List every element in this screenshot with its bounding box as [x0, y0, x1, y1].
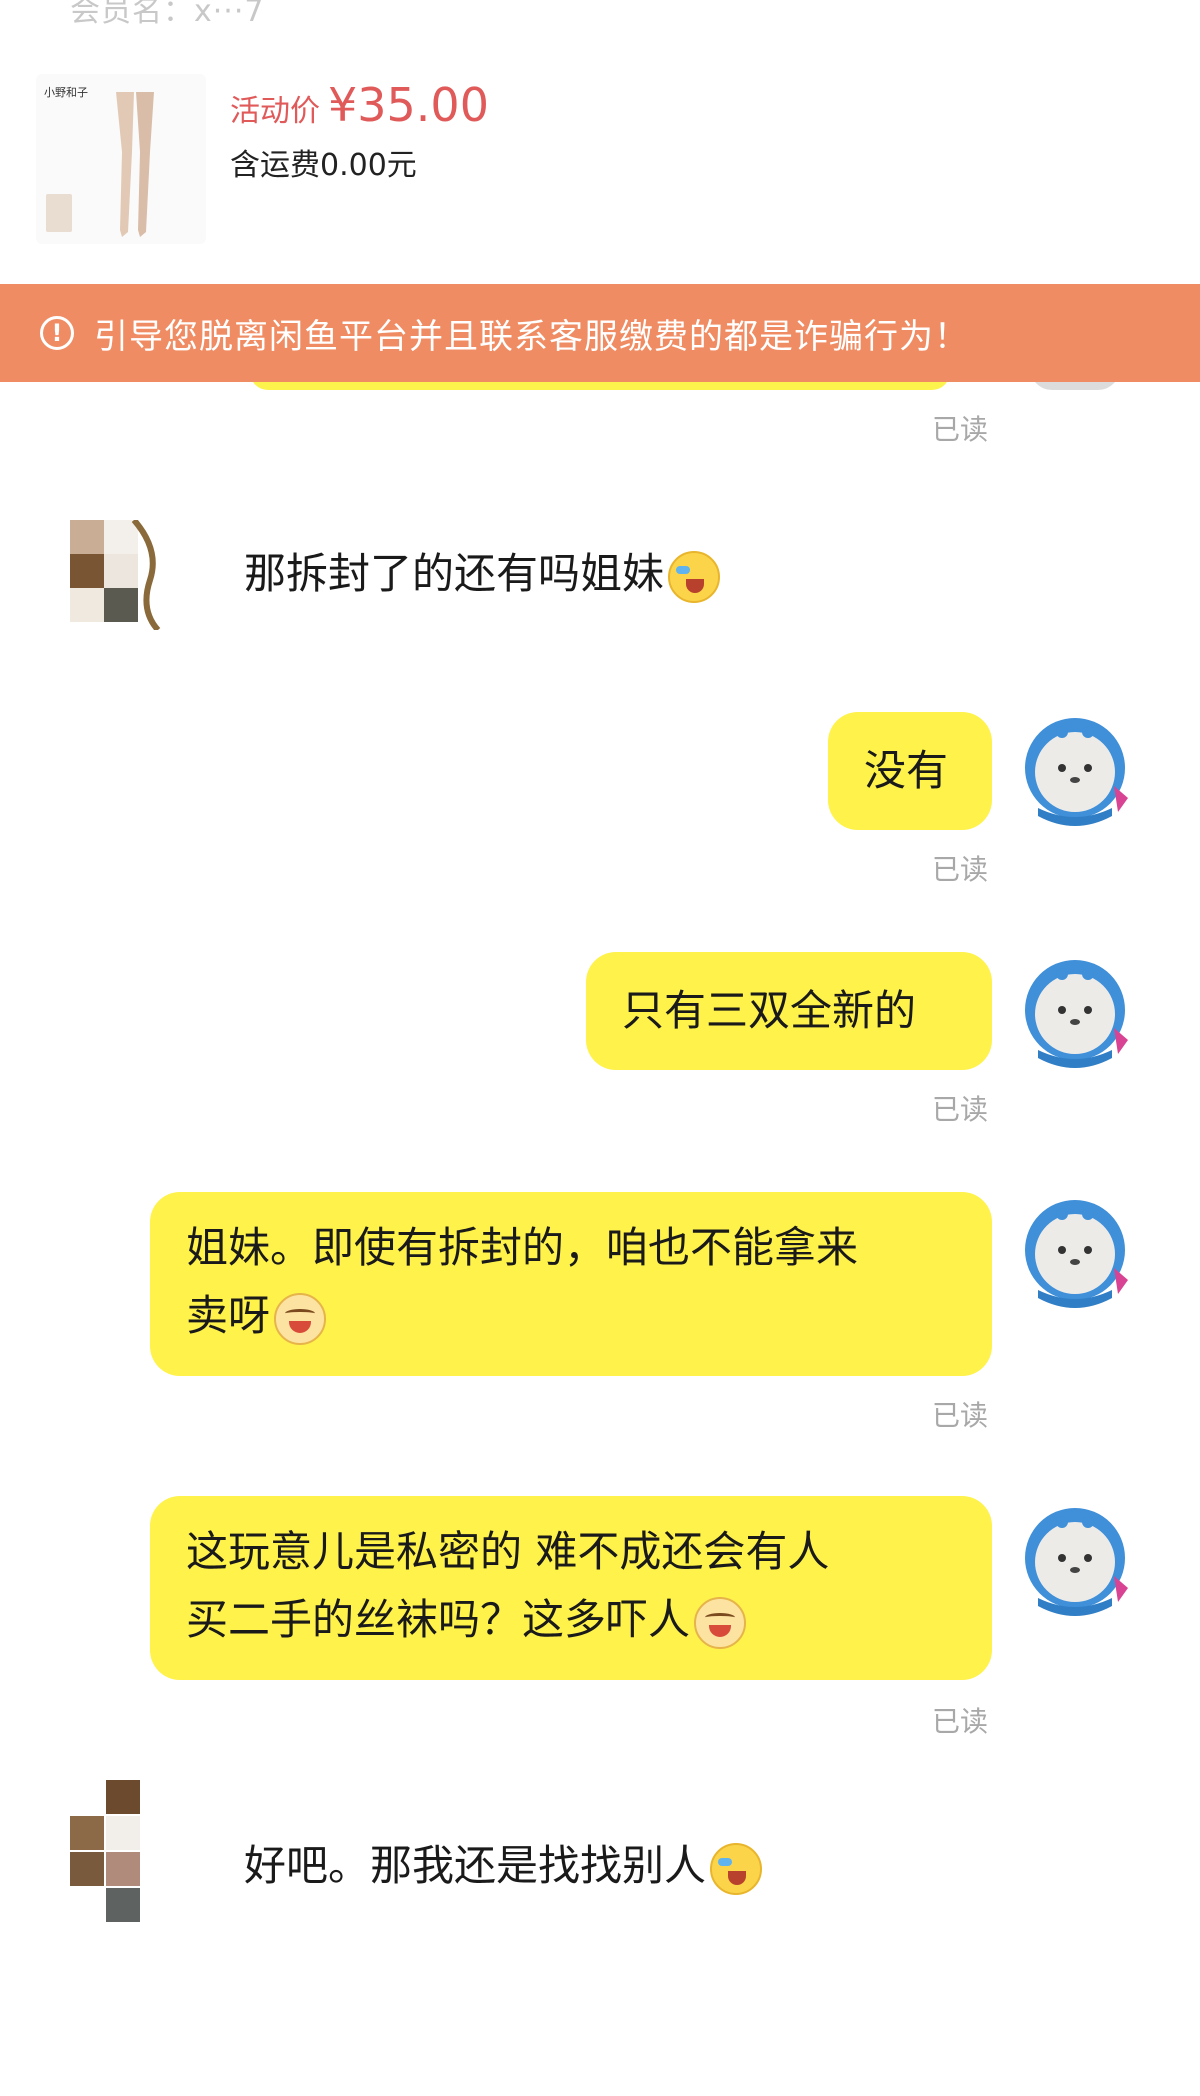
message-text-content: 买二手的丝袜吗？这多吓人 [186, 1595, 691, 1644]
warning-text: 引导您脱离闲鱼平台并且联系客服缴费的都是诈骗行为！ [94, 316, 969, 357]
read-receipt: 已读 [932, 1399, 989, 1432]
price-value: ¥35.00 [328, 78, 489, 132]
fraud-warning-banner[interactable]: ! 引导您脱离闲鱼平台并且联系客服缴费的都是诈骗行为！ [0, 284, 1200, 382]
message-text[interactable]: 好吧。那我还是找找别人 [244, 1832, 763, 1895]
seller-name-partial: 会员名：x···7 [70, 0, 265, 29]
read-receipt: 已读 [932, 1093, 989, 1126]
cry-laugh-emoji [668, 550, 721, 603]
message-text-content: 好吧。那我还是找找别人 [244, 1841, 707, 1890]
product-card[interactable]: 小野和子 活动价 ¥35.00 含运费0.00元 [0, 56, 1200, 286]
message-bubble[interactable]: 这玩意儿是私密的 难不成还会有人 买二手的丝袜吗？这多吓人 [150, 1496, 992, 1680]
message-text-content: 卖呀 [186, 1291, 271, 1340]
price-label: 活动价 [230, 94, 320, 129]
message-line: 姐妹。即使有拆封的，咱也不能拿来 [186, 1223, 859, 1272]
message-text-content: 没有 [864, 746, 949, 795]
buyer-avatar[interactable] [70, 520, 162, 630]
smile-emoji [274, 1292, 327, 1345]
cry-laugh-emoji [710, 1842, 763, 1895]
read-receipt: 已读 [932, 853, 989, 886]
smile-emoji [694, 1596, 747, 1649]
stockings-image [116, 92, 154, 237]
message-text[interactable]: 那拆封了的还有吗姐妹 [244, 540, 721, 603]
seller-avatar[interactable] [1016, 1198, 1134, 1316]
product-brand: 小野和子 [44, 86, 88, 99]
message-bubble[interactable]: 没有 [828, 712, 992, 830]
message-bubble[interactable]: 姐妹。即使有拆封的，咱也不能拿来 卖呀 [150, 1192, 992, 1376]
message-text-content: 那拆封了的还有吗姐妹 [244, 549, 665, 598]
info-icon: ! [40, 316, 74, 350]
read-receipt: 已读 [932, 413, 989, 446]
shipping-fee: 含运费0.00元 [230, 148, 417, 183]
seller-avatar[interactable] [1016, 958, 1134, 1076]
message-line-with-emoji: 买二手的丝袜吗？这多吓人 [186, 1586, 972, 1654]
product-thumbnail[interactable]: 小野和子 [36, 74, 206, 244]
message-line: 这玩意儿是私密的 难不成还会有人 [186, 1527, 830, 1576]
hair-fragment [131, 520, 161, 630]
price-line: 活动价 ¥35.00 [230, 78, 489, 132]
seller-avatar[interactable] [1016, 716, 1134, 834]
message-bubble[interactable]: 只有三双全新的 [586, 952, 992, 1070]
seller-avatar[interactable] [1016, 1506, 1134, 1624]
read-receipt: 已读 [932, 1705, 989, 1738]
package-image [46, 194, 72, 232]
message-line-with-emoji: 卖呀 [186, 1282, 972, 1350]
message-text-content: 只有三双全新的 [622, 986, 917, 1035]
buyer-avatar[interactable] [70, 1780, 162, 1924]
